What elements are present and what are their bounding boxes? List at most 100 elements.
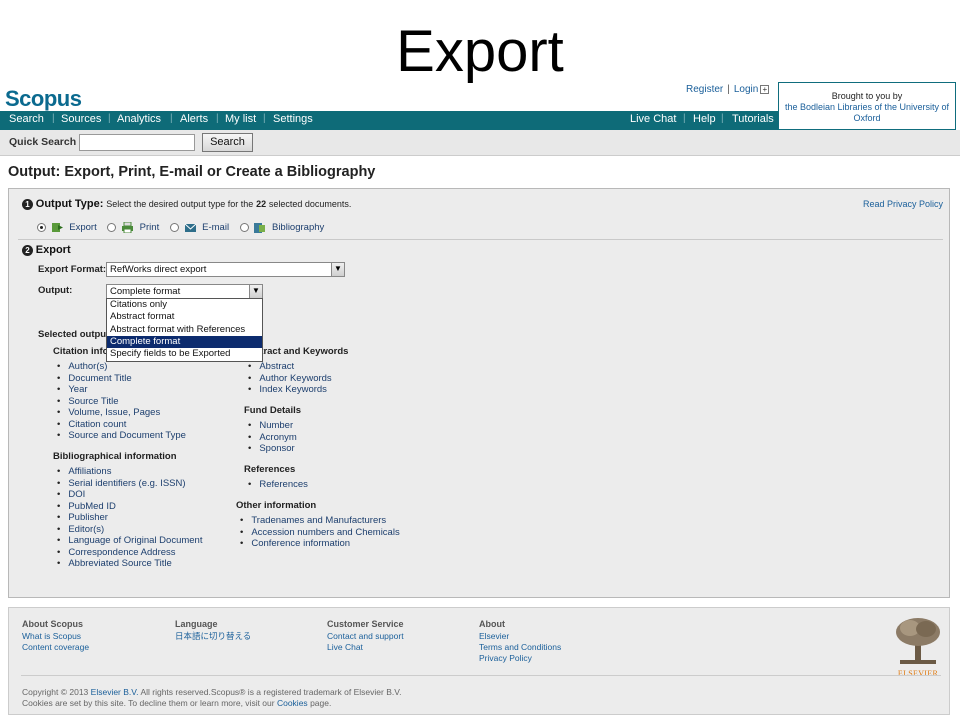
footer-link[interactable]: Privacy Policy	[479, 653, 561, 664]
step-number: 1	[22, 198, 33, 210]
language-switch-link[interactable]: 日本語に切り替える	[175, 631, 251, 642]
list-item: Number	[247, 420, 297, 432]
list-item: Abstract	[247, 361, 332, 373]
footer-heading: Customer Service	[327, 619, 404, 629]
list-item: DOI	[56, 489, 202, 501]
scopus-logo[interactable]: Scopus	[5, 86, 82, 112]
expand-icon[interactable]: +	[760, 85, 770, 94]
output-type-options: Export Print E-mail Bibliography	[37, 222, 324, 233]
footer-link[interactable]: Content coverage	[22, 642, 89, 653]
list-item: Document Title	[56, 373, 186, 385]
chevron-down-icon[interactable]: ▼	[331, 263, 344, 276]
divider	[21, 675, 941, 676]
list-item: PubMed ID	[56, 501, 202, 513]
page-title: Output: Export, Print, E-mail or Create …	[8, 164, 376, 180]
nav-help[interactable]: Help	[693, 113, 716, 125]
email-radio[interactable]	[169, 223, 179, 232]
dropdown-option[interactable]: Abstract format with References	[107, 324, 262, 336]
nav-sources[interactable]: Sources	[61, 113, 101, 125]
print-radio[interactable]	[107, 223, 117, 232]
register-link[interactable]: Register	[686, 84, 723, 95]
export-format-label: Export Format:	[38, 264, 107, 275]
export-title: Export	[35, 244, 71, 256]
list-item: Abbreviated Source Title	[56, 558, 202, 570]
nav-alerts[interactable]: Alerts	[180, 113, 208, 125]
fund-details-title: Fund Details	[244, 405, 302, 416]
citation-info-label: Citation infor	[53, 346, 113, 357]
nav-live-chat[interactable]: Live Chat	[630, 113, 676, 125]
output-select[interactable]: Complete format ▼	[106, 284, 263, 299]
list-item: Sponsor	[247, 443, 297, 455]
elsevier-wordmark: ELSEVIER	[897, 669, 939, 678]
bibliography-radio[interactable]	[239, 223, 249, 232]
list-item: Source Title	[56, 396, 186, 408]
option-print-label: Print	[139, 222, 160, 234]
output-type-title: Output Type:	[35, 198, 104, 210]
footer-link[interactable]: Terms and Conditions	[479, 642, 561, 653]
elsevier-logo[interactable]: ELSEVIER	[892, 616, 944, 678]
list-item: Source and Document Type	[56, 430, 186, 442]
bibliographical-fields-list: Affiliations Serial identifiers (e.g. IS…	[56, 466, 202, 570]
divider	[18, 239, 943, 240]
output-label: Output:	[38, 285, 73, 296]
cookies-link[interactable]: Cookies	[277, 698, 308, 708]
nav-settings[interactable]: Settings	[273, 113, 313, 125]
option-email-label: E-mail	[202, 222, 230, 234]
other-fields-list: Tradenames and Manufacturers Accession n…	[239, 515, 400, 550]
list-item: Index Keywords	[247, 384, 332, 396]
export-format-select[interactable]: RefWorks direct export ▼	[106, 262, 345, 277]
dropdown-option[interactable]: Abstract format	[107, 311, 262, 323]
quick-search-bar: Quick Search Search	[0, 130, 960, 156]
nav-tutorials[interactable]: Tutorials	[732, 113, 774, 125]
institution-box: Brought to you by the Bodleian Libraries…	[778, 82, 956, 130]
footer-col-language: Language 日本語に切り替える	[175, 619, 251, 642]
footer-link[interactable]: Live Chat	[327, 642, 404, 653]
quick-search-input[interactable]	[79, 134, 195, 151]
copyright-suffix: All rights reserved.Scopus® is a registe…	[140, 687, 402, 697]
login-link[interactable]: Login	[734, 84, 758, 95]
list-item: Tradenames and Manufacturers	[239, 515, 400, 527]
option-bibliography[interactable]: Bibliography	[239, 222, 324, 233]
footer-heading: Language	[175, 619, 218, 629]
bibliographical-info-title: Bibliographical information	[53, 451, 177, 462]
nav-my-list[interactable]: My list	[225, 113, 256, 125]
option-print[interactable]: Print	[107, 222, 161, 233]
export-format-value: RefWorks direct export	[110, 264, 207, 275]
envelope-icon	[184, 223, 196, 232]
references-title: References	[244, 464, 296, 475]
dropdown-option[interactable]: Citations only	[107, 299, 262, 311]
account-links: Register | Login +	[686, 84, 770, 95]
footer-col-about: About Elsevier Terms and Conditions Priv…	[479, 619, 561, 664]
option-email[interactable]: E-mail	[169, 222, 232, 234]
list-item: Citation count	[56, 419, 186, 431]
export-heading: 2 Export	[22, 244, 71, 256]
other-info-title: Other information	[236, 500, 317, 511]
list-item: Year	[56, 384, 186, 396]
footer-col-customer-service: Customer Service Contact and support Liv…	[327, 619, 404, 653]
footer-link[interactable]: Elsevier	[479, 631, 561, 642]
dropdown-option-selected[interactable]: Complete format	[107, 335, 262, 349]
cookies-prefix: Cookies are set by this site. To decline…	[22, 698, 275, 708]
nav-search[interactable]: Search	[9, 113, 44, 125]
privacy-policy-link[interactable]: Read Privacy Policy	[863, 199, 943, 209]
slide-title: Export	[396, 19, 564, 84]
copyright-text: Copyright © 2013 Elsevier B.V. All right…	[22, 687, 402, 709]
export-radio[interactable]	[37, 223, 46, 232]
list-item: Correspondence Address	[56, 547, 202, 559]
nav-analytics[interactable]: Analytics	[117, 113, 161, 125]
chevron-down-icon[interactable]: ▼	[249, 285, 262, 298]
dropdown-option[interactable]: Specify fields to be Exported	[107, 348, 262, 360]
search-button[interactable]: Search	[202, 133, 253, 152]
elsevier-tree-icon	[896, 618, 940, 664]
option-export[interactable]: Export	[37, 222, 99, 233]
footer-link[interactable]: Contact and support	[327, 631, 404, 642]
list-item: Affiliations	[56, 466, 202, 478]
institution-name[interactable]: the Bodleian Libraries of the University…	[779, 102, 955, 124]
list-item: Conference information	[239, 538, 400, 550]
brought-label: Brought to you by	[831, 91, 903, 101]
output-type-desc-prefix: Select the desired output type for the	[106, 199, 254, 209]
elsevier-link[interactable]: Elsevier B.V.	[91, 687, 139, 697]
list-item: Acronym	[247, 432, 296, 444]
footer-link[interactable]: What is Scopus	[22, 631, 89, 642]
selected-output-label: Selected output	[38, 329, 110, 340]
